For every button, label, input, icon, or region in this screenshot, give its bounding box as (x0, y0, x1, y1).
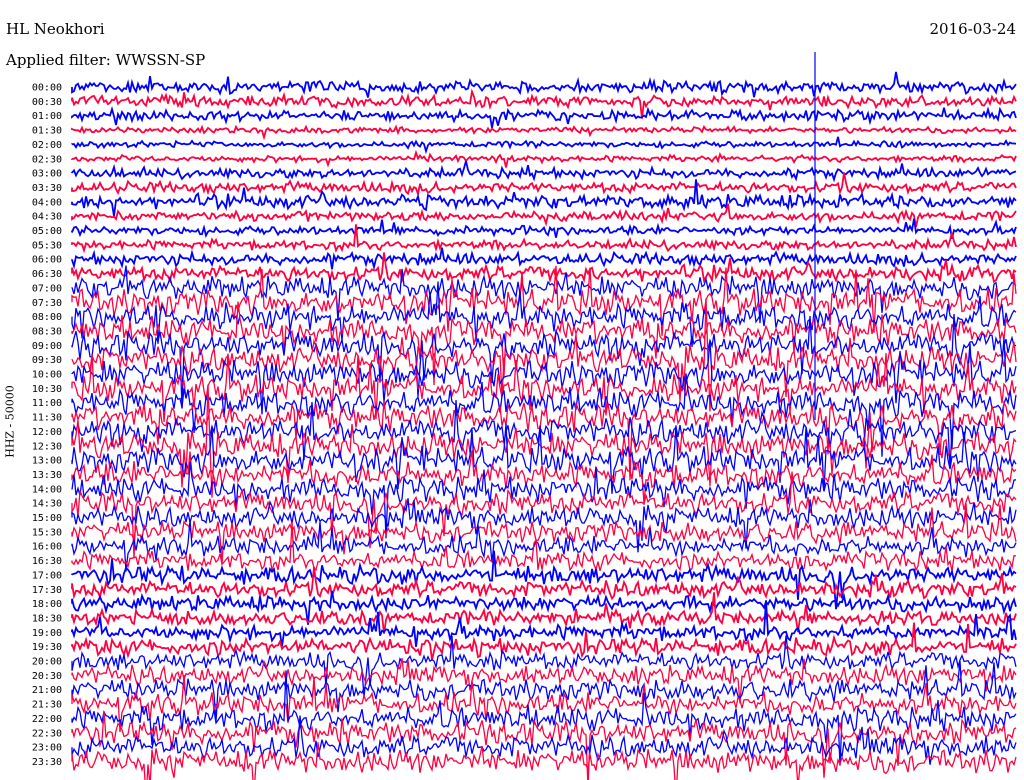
row-time-label: 06:30 (32, 269, 62, 280)
row-time-label: 20:00 (32, 657, 62, 668)
row-time-label: 18:00 (32, 599, 62, 610)
row-time-label: 22:00 (32, 714, 62, 725)
row-time-label: 19:30 (32, 642, 62, 653)
row-time-label: 19:00 (32, 628, 62, 639)
row-time-label: 12:00 (32, 427, 62, 438)
helicorder-plot: 00:00 00:30 01:00 01:30 02:00 02:30 03:00 03:30… (32, 52, 1017, 780)
row-time-label: 08:00 (32, 312, 62, 323)
row-time-label: 04:00 (32, 197, 62, 208)
row-time-label: 06:00 (32, 255, 62, 266)
row-time-label: 21:00 (32, 685, 62, 696)
trace-row (71, 179, 1017, 217)
row-time-label: 01:30 (32, 126, 62, 137)
seismogram-traces (71, 52, 1017, 780)
row-time-label: 07:30 (32, 298, 62, 309)
row-time-label: 12:30 (32, 441, 62, 452)
row-time-label: 09:00 (32, 341, 62, 352)
row-time-label: 07:00 (32, 283, 62, 294)
row-time-label: 05:30 (32, 240, 62, 251)
row-time-label: 15:00 (32, 513, 62, 524)
row-time-label: 14:00 (32, 484, 62, 495)
row-time-label: 03:30 (32, 183, 62, 194)
row-time-label: 21:30 (32, 700, 62, 711)
row-time-label: 08:30 (32, 326, 62, 337)
row-time-label: 00:00 (32, 83, 62, 94)
trace-row (71, 136, 1017, 155)
row-time-label: 10:00 (32, 370, 62, 381)
row-time-label: 03:00 (32, 169, 62, 180)
trace-row (71, 203, 1017, 228)
row-time-label: 05:00 (32, 226, 62, 237)
row-time-label: 02:00 (32, 140, 62, 151)
row-time-label: 22:30 (32, 728, 62, 739)
row-time-label: 09:30 (32, 355, 62, 366)
row-time-label: 04:30 (32, 212, 62, 223)
row-time-label: 23:00 (32, 743, 62, 754)
trace-row (71, 106, 1017, 129)
trace-row (71, 124, 1017, 141)
row-time-label: 01:00 (32, 111, 62, 122)
row-time-label: 17:00 (32, 570, 62, 581)
row-time-label: 10:30 (32, 384, 62, 395)
row-time-label: 23:30 (32, 757, 62, 768)
row-time-label: 16:30 (32, 556, 62, 567)
row-time-label: 18:30 (32, 613, 62, 624)
row-time-label: 11:30 (32, 413, 62, 424)
row-time-label: 17:30 (32, 585, 62, 596)
row-time-label: 13:00 (32, 456, 62, 467)
row-time-label: 11:00 (32, 398, 62, 409)
trace-row (71, 71, 1017, 98)
trace-row (71, 247, 1017, 271)
row-time-label: 13:30 (32, 470, 62, 481)
trace-row (71, 592, 1017, 634)
row-time-label: 00:30 (32, 97, 62, 108)
row-time-label: 14:30 (32, 499, 62, 510)
row-time-label: 16:00 (32, 542, 62, 553)
row-time-label: 15:30 (32, 527, 62, 538)
row-time-label: 20:30 (32, 671, 62, 682)
trace-row (71, 149, 1017, 168)
trace-row (71, 160, 1017, 183)
row-time-label: 02:30 (32, 154, 62, 165)
trace-row (71, 218, 1017, 240)
time-axis-labels: 00:00 00:30 01:00 01:30 02:00 02:30 03:00 03:30… (32, 83, 62, 768)
